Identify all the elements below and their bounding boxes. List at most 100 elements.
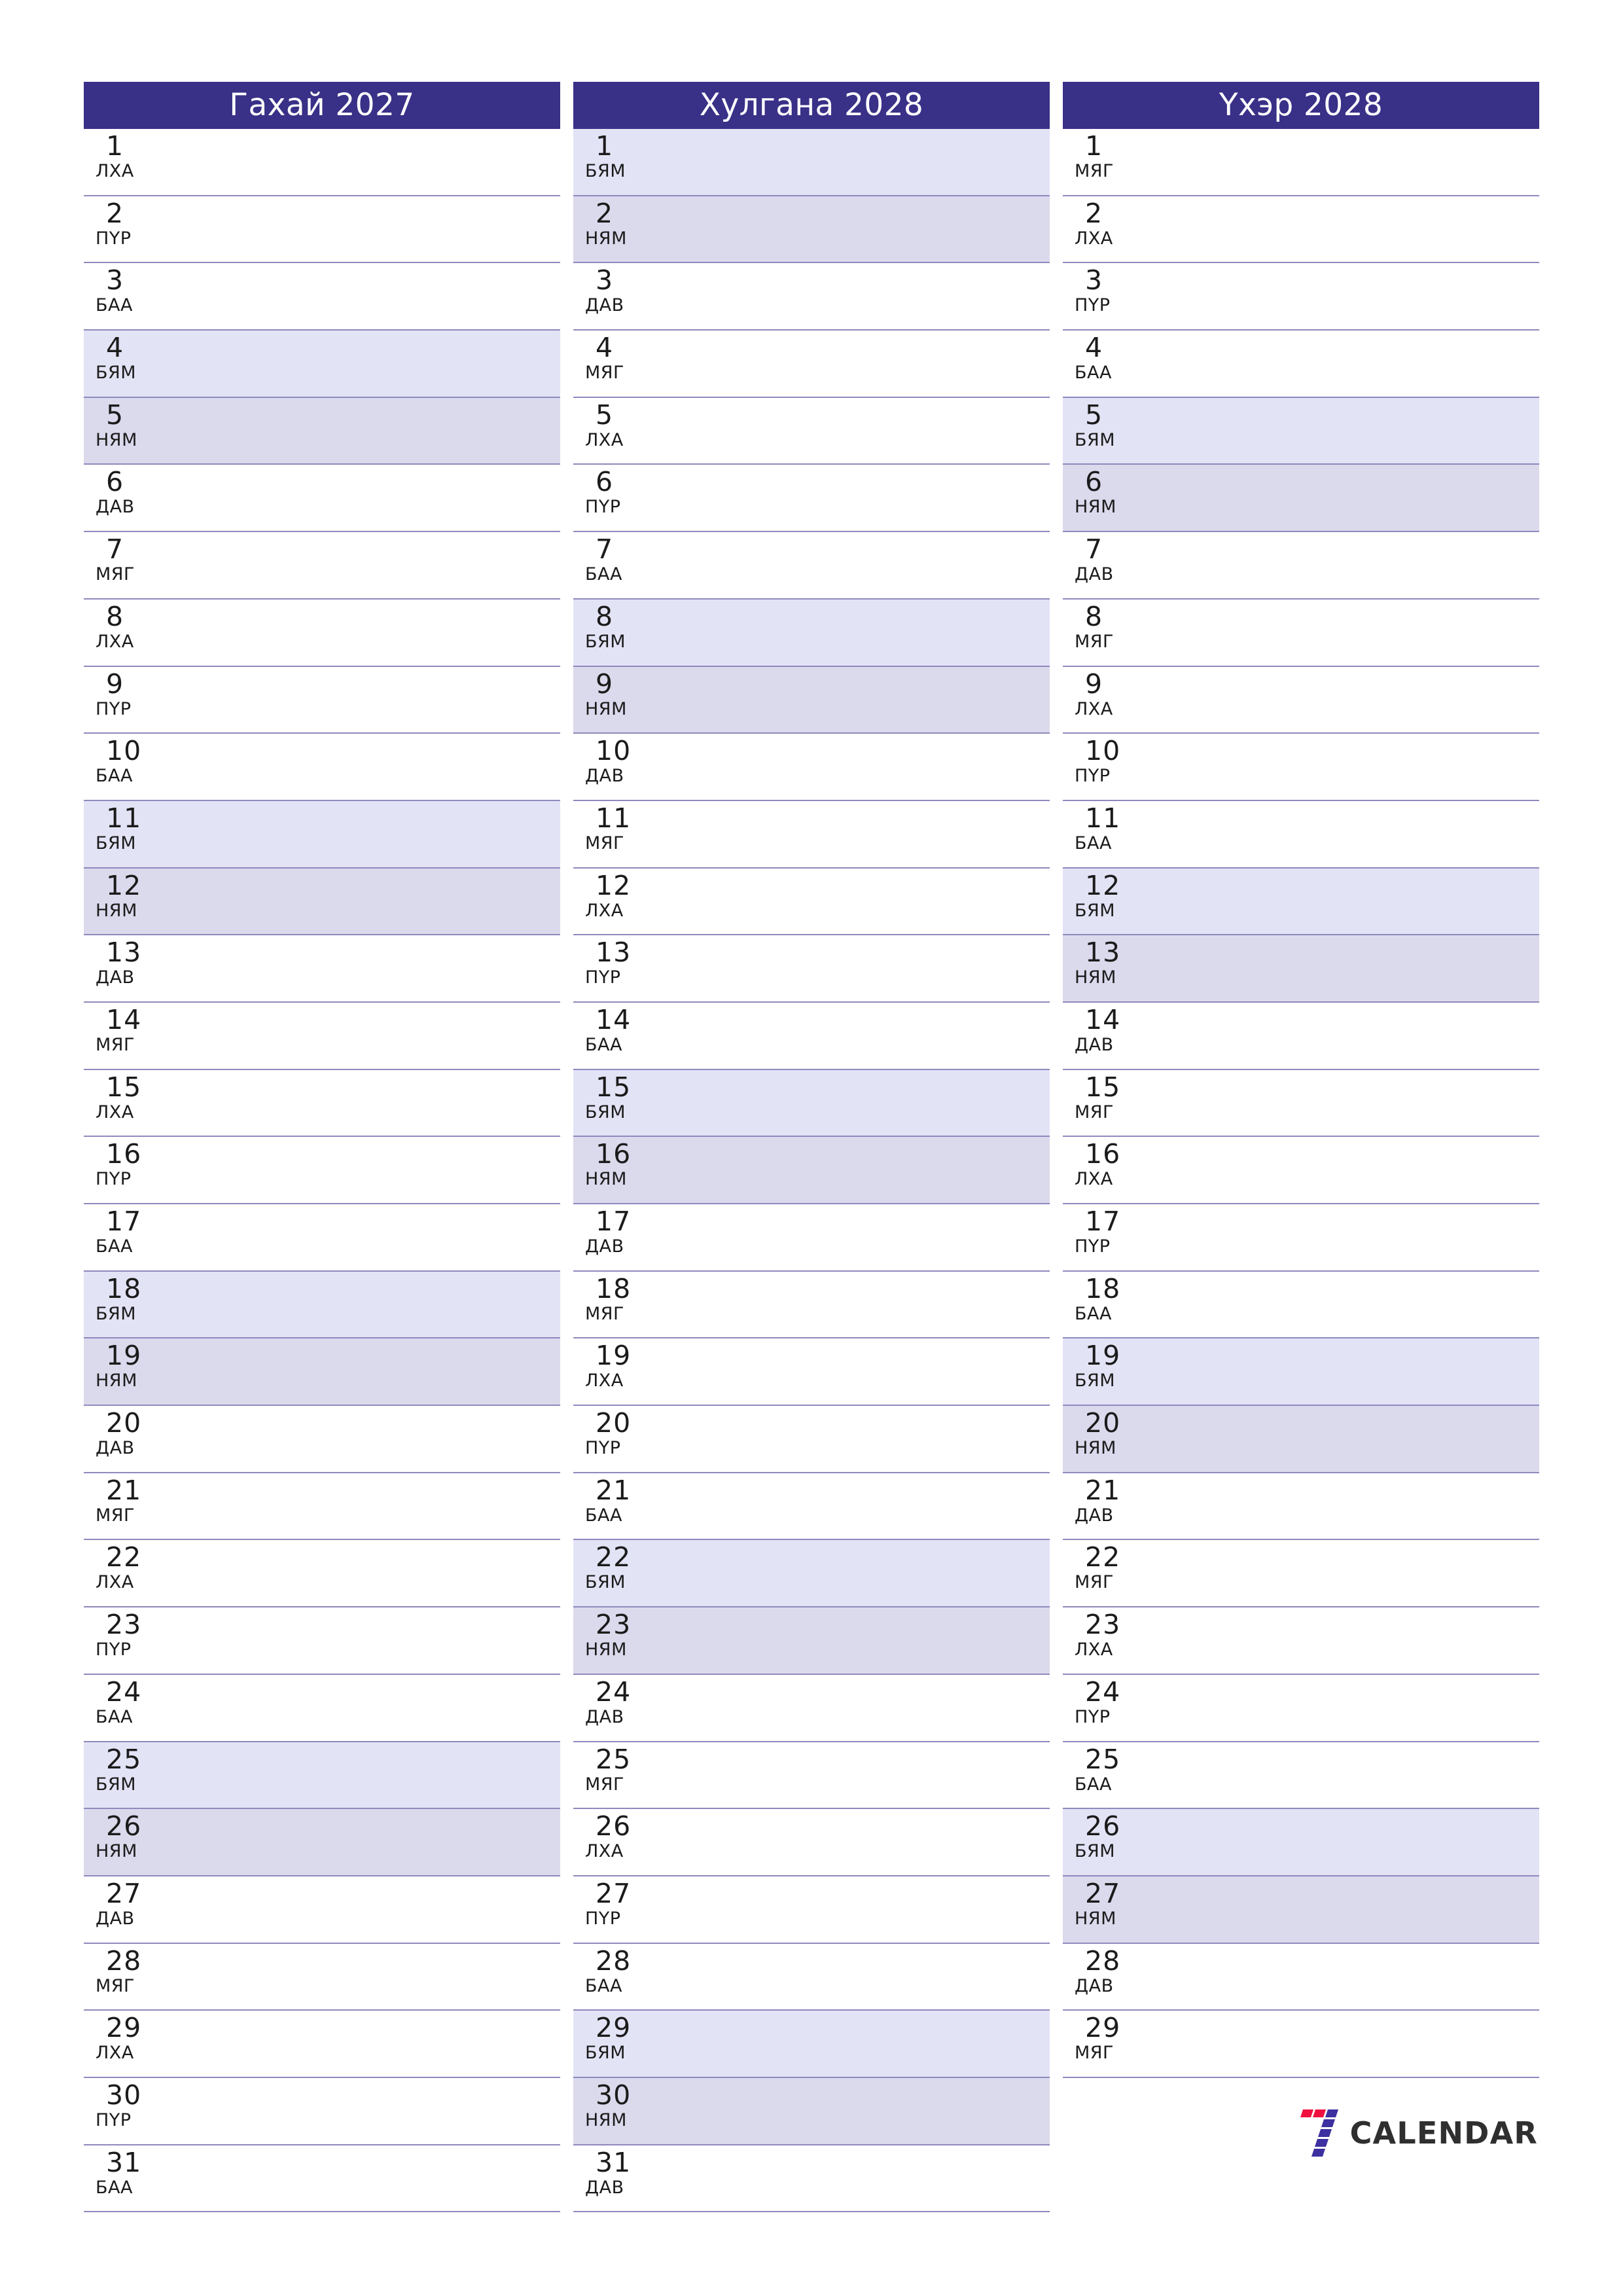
day-row[interactable]: 14 БАА [573, 1002, 1050, 1070]
day-row[interactable]: 29 БЯМ [573, 2011, 1050, 2078]
day-row[interactable]: 24 ДАВ [573, 1674, 1050, 1742]
day-row[interactable]: 13 ДАВ [84, 935, 560, 1003]
day-row[interactable]: 17 ДАВ [573, 1204, 1050, 1272]
day-row[interactable]: 12 БЯМ [1063, 868, 1539, 936]
day-row[interactable]: 11 БЯМ [84, 800, 560, 869]
day-list: 1 БЯМ 2 НЯМ 3 ДАВ 4 МЯГ 5 ЛХА 6 ПҮР 7 БАА 8 БЯМ 9 НЯМ 10 ДА… [573, 129, 1050, 2213]
day-row[interactable]: 27 ДАВ [84, 1876, 560, 1944]
day-row[interactable]: 6 НЯМ [1063, 465, 1539, 533]
day-weekday-abbr: МЯГ [1075, 631, 1115, 652]
day-row[interactable]: 7 МЯГ [84, 532, 560, 600]
day-row[interactable]: 5 БЯМ [1063, 397, 1539, 465]
day-row[interactable]: 18 БЯМ [84, 1271, 560, 1339]
day-row[interactable]: 22 МЯГ [1063, 1540, 1539, 1608]
day-number: 27 [106, 1877, 142, 1909]
day-row[interactable]: 15 МЯГ [1063, 1069, 1539, 1138]
day-row[interactable]: 5 ЛХА [573, 397, 1050, 465]
day-row[interactable]: 6 ДАВ [84, 465, 560, 533]
day-row[interactable]: 18 МЯГ [573, 1271, 1050, 1339]
day-row[interactable]: 14 МЯГ [84, 1002, 560, 1070]
day-row[interactable]: 10 ПҮР [1063, 734, 1539, 801]
day-row[interactable]: 2 НЯМ [573, 196, 1050, 264]
day-row[interactable]: 19 НЯМ [84, 1338, 560, 1407]
day-row[interactable]: 7 ДАВ [1063, 532, 1539, 600]
day-row[interactable]: 27 ПҮР [573, 1876, 1050, 1944]
day-row[interactable]: 27 НЯМ [1063, 1876, 1539, 1944]
day-row[interactable]: 16 ПҮР [84, 1137, 560, 1204]
day-number: 9 [106, 668, 124, 700]
day-row[interactable]: 1 БЯМ [573, 129, 1050, 196]
day-row[interactable]: 21 ДАВ [1063, 1473, 1539, 1541]
day-row[interactable]: 9 НЯМ [573, 666, 1050, 734]
day-row[interactable]: 23 ПҮР [84, 1607, 560, 1675]
day-row[interactable]: 8 ЛХА [84, 599, 560, 667]
day-row[interactable]: 26 ЛХА [573, 1809, 1050, 1876]
day-row[interactable]: 2 ПҮР [84, 196, 560, 264]
day-row[interactable]: 3 БАА [84, 263, 560, 331]
day-row[interactable]: 2 ЛХА [1063, 196, 1539, 264]
day-row[interactable]: 9 ЛХА [1063, 666, 1539, 734]
day-row[interactable]: 1 ЛХА [84, 129, 560, 196]
day-row[interactable]: 12 ЛХА [573, 868, 1050, 936]
day-row[interactable]: 20 НЯМ [1063, 1406, 1539, 1473]
day-row[interactable]: 16 НЯМ [573, 1137, 1050, 1204]
day-row[interactable]: 3 ПҮР [1063, 263, 1539, 331]
day-row[interactable]: 8 МЯГ [1063, 599, 1539, 667]
day-row[interactable]: 4 БАА [1063, 331, 1539, 398]
day-row[interactable]: 22 ЛХА [84, 1540, 560, 1608]
day-number: 2 [106, 197, 124, 229]
day-row[interactable]: 23 НЯМ [573, 1607, 1050, 1675]
day-row[interactable]: 5 НЯМ [84, 397, 560, 465]
day-row[interactable]: 10 БАА [84, 734, 560, 801]
day-number: 11 [1085, 802, 1121, 834]
day-row[interactable]: 20 ДАВ [84, 1406, 560, 1473]
day-row[interactable]: 19 БЯМ [1063, 1338, 1539, 1407]
day-row[interactable]: 21 БАА [573, 1473, 1050, 1541]
day-row[interactable]: 12 НЯМ [84, 868, 560, 936]
day-row[interactable]: 29 ЛХА [84, 2011, 560, 2078]
day-row[interactable]: 28 ДАВ [1063, 1943, 1539, 2011]
day-row[interactable]: 19 ЛХА [573, 1338, 1050, 1407]
day-row[interactable]: 26 БЯМ [1063, 1809, 1539, 1876]
day-row[interactable]: 20 ПҮР [573, 1406, 1050, 1473]
day-row[interactable]: 29 МЯГ [1063, 2011, 1539, 2078]
day-weekday-abbr: МЯГ [96, 1505, 135, 1526]
day-row[interactable]: 22 БЯМ [573, 1540, 1050, 1608]
day-row[interactable]: 16 ЛХА [1063, 1137, 1539, 1204]
day-row[interactable]: 1 МЯГ [1063, 129, 1539, 196]
day-row[interactable]: 21 МЯГ [84, 1473, 560, 1541]
day-row[interactable]: 11 БАА [1063, 800, 1539, 869]
day-row[interactable]: 3 ДАВ [573, 263, 1050, 331]
day-row[interactable]: 11 МЯГ [573, 800, 1050, 869]
day-row[interactable]: 25 БЯМ [84, 1742, 560, 1810]
day-row[interactable]: 8 БЯМ [573, 599, 1050, 667]
day-row[interactable]: 13 ПҮР [573, 935, 1050, 1003]
day-row[interactable]: 17 БАА [84, 1204, 560, 1272]
day-row[interactable]: 15 ЛХА [84, 1069, 560, 1138]
day-row[interactable]: 28 МЯГ [84, 1943, 560, 2011]
day-number: 30 [596, 2079, 632, 2111]
day-row[interactable]: 23 ЛХА [1063, 1607, 1539, 1675]
day-row[interactable]: 25 МЯГ [573, 1742, 1050, 1810]
day-row[interactable]: 14 ДАВ [1063, 1002, 1539, 1070]
day-row[interactable]: 24 БАА [84, 1674, 560, 1742]
day-row[interactable]: 18 БАА [1063, 1271, 1539, 1339]
day-row[interactable]: 31 ДАВ [573, 2145, 1050, 2213]
day-row[interactable]: 6 ПҮР [573, 465, 1050, 533]
day-row[interactable]: 4 БЯМ [84, 331, 560, 398]
day-row[interactable]: 13 НЯМ [1063, 935, 1539, 1003]
day-row[interactable]: 4 МЯГ [573, 331, 1050, 398]
day-row[interactable]: 28 БАА [573, 1943, 1050, 2011]
day-weekday-abbr: ПҮР [96, 698, 132, 719]
day-row[interactable]: 30 ПҮР [84, 2077, 560, 2145]
day-row[interactable]: 10 ДАВ [573, 734, 1050, 801]
day-row[interactable]: 17 ПҮР [1063, 1204, 1539, 1272]
day-row[interactable]: 31 БАА [84, 2145, 560, 2213]
day-row[interactable]: 30 НЯМ [573, 2077, 1050, 2145]
day-row[interactable]: 24 ПҮР [1063, 1674, 1539, 1742]
day-row[interactable]: 9 ПҮР [84, 666, 560, 734]
day-row[interactable]: 7 БАА [573, 532, 1050, 600]
day-row[interactable]: 25 БАА [1063, 1742, 1539, 1810]
day-row[interactable]: 26 НЯМ [84, 1809, 560, 1876]
day-row[interactable]: 15 БЯМ [573, 1069, 1050, 1138]
